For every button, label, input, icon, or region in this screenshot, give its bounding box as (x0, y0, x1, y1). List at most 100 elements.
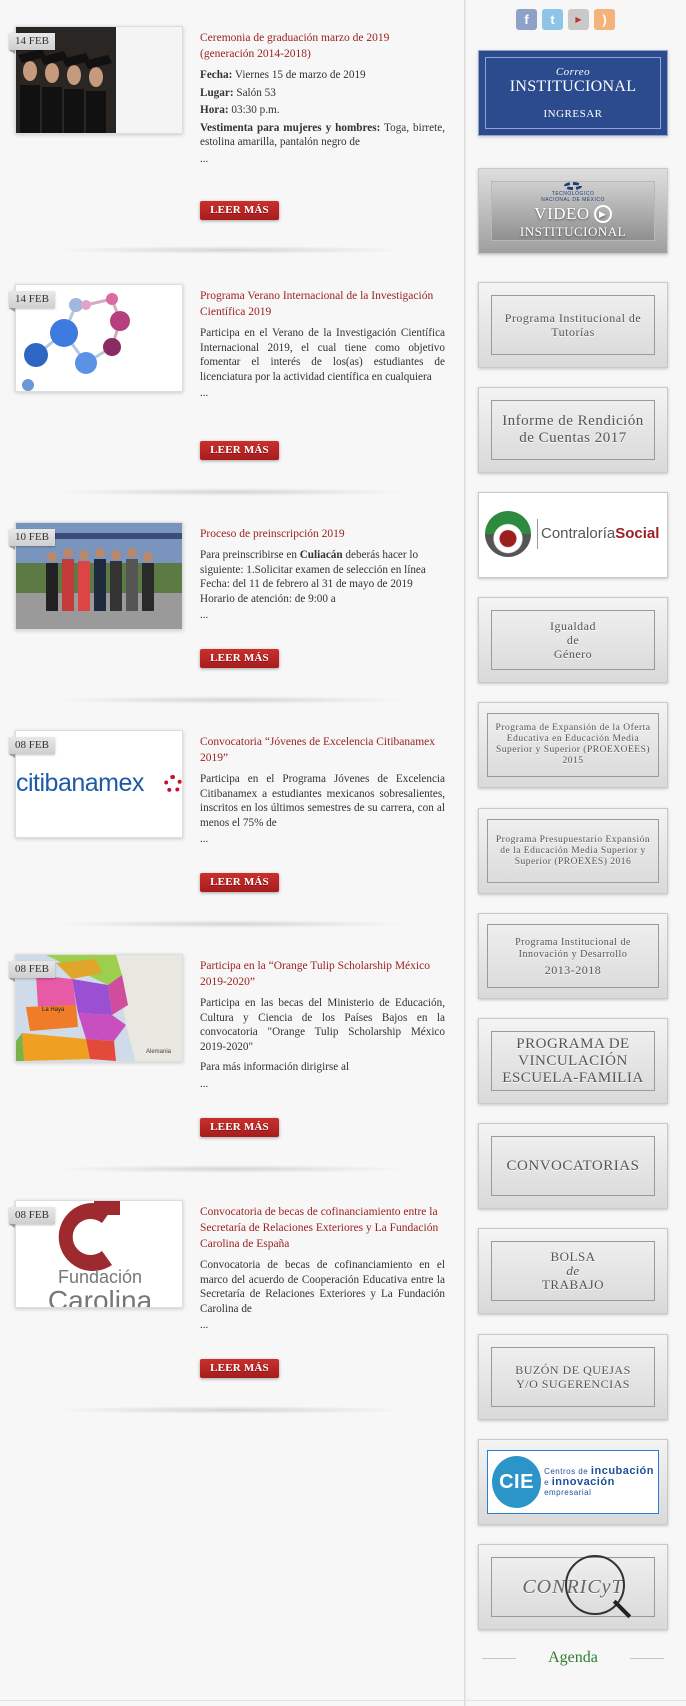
convocatorias-text: CONVOCATORIAS (491, 1136, 655, 1196)
cie-wordmark: Centros de incubación e innovación empre… (544, 1466, 658, 1498)
vinculacion-banner[interactable]: PROGRAMA DE VINCULACIÓN ESCUELA-FAMILIA (478, 1018, 668, 1104)
innovacion-inner: Programa Institucional de Innovación y D… (487, 924, 659, 988)
news-excerpt: Para preinscribirse en Culiacán deberás … (200, 548, 445, 621)
convocatorias-banner[interactable]: CONVOCATORIAS (478, 1123, 668, 1209)
news-title-link[interactable]: Participa en la “Orange Tulip Scholarshi… (200, 958, 445, 990)
informe-banner[interactable]: Informe de Rendición de Cuentas 2017 (478, 387, 668, 473)
leer-mas-button[interactable]: LEER MÁS (200, 649, 279, 668)
citibanamex-flower-icon (164, 775, 182, 793)
proexoees-banner[interactable]: Programa de Expansión de la Oferta Educa… (478, 702, 668, 788)
news-body: Convocatoria “Jóvenes de Excelencia Citi… (200, 734, 445, 845)
cie-t3: e (544, 1478, 552, 1487)
label-vestimenta: Vestimenta para mujeres y hombres: (200, 121, 381, 134)
excerpt-text: Participa en las becas del Ministerio de… (200, 997, 445, 1053)
news-title-link[interactable]: Ceremonia de graduación marzo de 2019 (g… (200, 30, 445, 62)
proexes-banner[interactable]: Programa Presupuestario Expansión de la … (478, 808, 668, 894)
news-title-link[interactable]: Programa Verano Internacional de la Inve… (200, 288, 445, 320)
video-title-row: VIDEO ▶ (534, 204, 612, 224)
label-fecha: Fecha: (200, 69, 233, 81)
news-excerpt: Fecha: Viernes 15 de marzo de 2019 Lugar… (200, 68, 445, 165)
video-institucional-banner[interactable]: TECNOLÓGICO NACIONAL DE MÉXICO VIDEO ▶ I… (478, 168, 668, 254)
map-label-la-haya: La Haya (42, 1007, 65, 1013)
bolsa-trabajo-banner[interactable]: BOLSA de TRABAJO (478, 1228, 668, 1314)
agenda-heading: Agenda (478, 1647, 668, 1669)
bottom-border (0, 1700, 686, 1701)
cie-banner[interactable]: CIE Centros de incubación e innovación e… (478, 1439, 668, 1525)
bolsa-l2: de (566, 1263, 580, 1278)
correo-inner: Correo INSTITUCIONAL INGRESAR (485, 57, 661, 129)
buzon-quejas-banner[interactable]: BUZÓN DE QUEJAS Y/O SUGERENCIAS (478, 1334, 668, 1420)
date-badge: 10 FEB (9, 529, 55, 550)
separator (50, 920, 410, 928)
bolsa-l3: TRABAJO (541, 1277, 604, 1292)
rss-icon[interactable]: ) (594, 9, 615, 30)
news-body: Programa Verano Internacional de la Inve… (200, 288, 445, 399)
proexoees-text: Programa de Expansión de la Oferta Educa… (487, 713, 659, 777)
leer-mas-button[interactable]: LEER MÁS (200, 441, 279, 460)
buzon-l1: BUZÓN DE QUEJAS (515, 1363, 631, 1377)
ellipsis: ... (200, 152, 209, 165)
column-divider (464, 0, 466, 1706)
correo-institucional-banner[interactable]: Correo INSTITUCIONAL INGRESAR (478, 50, 668, 136)
news-title-link[interactable]: Proceso de preinscripción 2019 (200, 526, 445, 542)
excerpt-text: Participa en el Programa Jóvenes de Exce… (200, 773, 445, 829)
excerpt-bold: Culiacán (299, 549, 343, 561)
date-badge: 14 FEB (9, 33, 55, 54)
carolina-text-2: Carolina (47, 1285, 153, 1308)
contraloria-social-banner[interactable]: ContraloríaSocial (478, 492, 668, 578)
ellipsis: ... (200, 833, 209, 845)
social-links: f t ▶ ) (516, 9, 615, 30)
cie-t5: empresarial (544, 1488, 592, 1497)
facebook-icon[interactable]: f (516, 9, 537, 30)
leer-mas-button[interactable]: LEER MÁS (200, 1359, 279, 1378)
cie-inner: CIE Centros de incubación e innovación e… (487, 1450, 659, 1514)
value-hora: 03:30 p.m. (228, 104, 280, 116)
separator (50, 696, 410, 704)
label-lugar: Lugar: (200, 86, 234, 99)
citibanamex-wordmark: citibanamex (16, 769, 144, 797)
tutorias-banner[interactable]: Programa Institucional de Tutorías (478, 282, 668, 368)
news-column: 14 FEB Ceremonia de graduación marzo de … (0, 0, 460, 1706)
date-badge: 08 FEB (9, 1207, 55, 1228)
news-body: Ceremonia de graduación marzo de 2019 (g… (200, 30, 445, 165)
ellipsis: ... (200, 1077, 209, 1090)
cie-t4: innovación (551, 1476, 615, 1488)
leer-mas-button[interactable]: LEER MÁS (200, 201, 279, 220)
separator (50, 1165, 410, 1173)
separator (50, 1406, 410, 1414)
label-hora: Hora: (200, 104, 229, 116)
twitter-icon[interactable]: t (542, 9, 563, 30)
contraloria-logo-icon (485, 511, 531, 557)
contraloria-text-1: Contraloría (541, 525, 616, 542)
leer-mas-button[interactable]: LEER MÁS (200, 1118, 279, 1137)
igualdad-l2: de (566, 633, 580, 647)
igualdad-l3: Género (553, 647, 593, 661)
innovacion-banner[interactable]: Programa Institucional de Innovación y D… (478, 913, 668, 999)
igualdad-genero-banner[interactable]: Igualdad de Género (478, 597, 668, 683)
tecnm-caption-2: NACIONAL DE MÉXICO (541, 197, 605, 203)
ellipsis: ... (200, 609, 209, 621)
video-inner: TECNOLÓGICO NACIONAL DE MÉXICO VIDEO ▶ I… (491, 181, 655, 241)
news-title-link[interactable]: Convocatoria de becas de cofinanciamient… (200, 1204, 445, 1252)
video-line2: INSTITUCIONAL (519, 224, 627, 239)
play-icon[interactable]: ▶ (593, 205, 612, 223)
news-body: Convocatoria de becas de cofinanciamient… (200, 1204, 445, 1331)
tecnm-gear-icon (564, 182, 582, 190)
youtube-icon[interactable]: ▶ (568, 9, 589, 30)
buzon-l2: Y/O SUGERENCIAS (516, 1377, 630, 1391)
excerpt-pre: Para preinscribirse en (200, 549, 300, 561)
map-label-alemania: Alemania (146, 1049, 172, 1055)
correo-ingresar[interactable]: INGRESAR (543, 108, 602, 120)
video-line1: VIDEO (534, 204, 590, 223)
contraloria-wordmark: ContraloríaSocial (541, 525, 659, 542)
contraloria-divider (537, 519, 538, 549)
innovacion-years: 2013-2018 (544, 962, 602, 977)
conricyt-banner[interactable]: CONRICyT (478, 1544, 668, 1630)
value-fecha: Viernes 15 de marzo de 2019 (232, 69, 366, 81)
leer-mas-button[interactable]: LEER MÁS (200, 873, 279, 892)
separator (50, 488, 410, 496)
tutorias-text: Programa Institucional de Tutorías (491, 295, 655, 355)
bolsa-l1: BOLSA (550, 1249, 596, 1264)
date-badge: 08 FEB (9, 737, 55, 758)
news-title-link[interactable]: Convocatoria “Jóvenes de Excelencia Citi… (200, 734, 445, 766)
